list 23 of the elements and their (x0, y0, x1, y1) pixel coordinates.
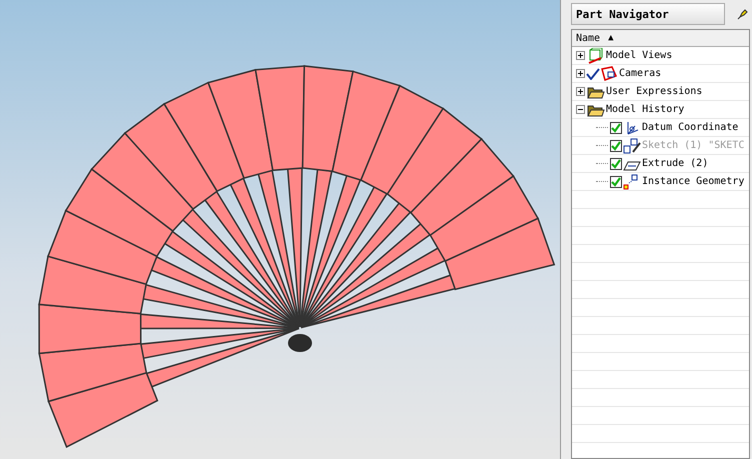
checkbox[interactable] (610, 176, 622, 188)
check-icon[interactable] (586, 68, 600, 80)
tree-item-label[interactable]: Instance Geometry (642, 176, 744, 187)
tree-item-label[interactable]: Model Views (606, 50, 672, 61)
expander-icon[interactable] (576, 51, 587, 60)
column-label: Name (576, 32, 600, 44)
tree-item-label[interactable]: Cameras (619, 68, 662, 79)
name-column-header[interactable]: Name ▲ (572, 30, 749, 47)
tree-item-label[interactable]: User Expressions (606, 86, 702, 97)
expander-icon[interactable] (576, 69, 587, 78)
part-navigator-header[interactable]: Part Navigator (571, 3, 725, 25)
sketch-icon (623, 138, 641, 154)
cube-icon (587, 48, 605, 64)
checkbox[interactable] (610, 122, 622, 134)
tree-item-label[interactable]: Extrude (2) (642, 158, 708, 169)
camera-icon (600, 66, 618, 82)
tree-item-label[interactable]: Model History (606, 104, 684, 115)
pin-icon[interactable] (737, 8, 749, 20)
tree-item-label[interactable]: Datum Coordinate (642, 122, 738, 133)
sort-icon: ▲ (608, 33, 614, 43)
expander-icon[interactable] (576, 105, 587, 114)
checkbox[interactable] (610, 158, 622, 170)
expander-icon[interactable] (576, 87, 587, 96)
